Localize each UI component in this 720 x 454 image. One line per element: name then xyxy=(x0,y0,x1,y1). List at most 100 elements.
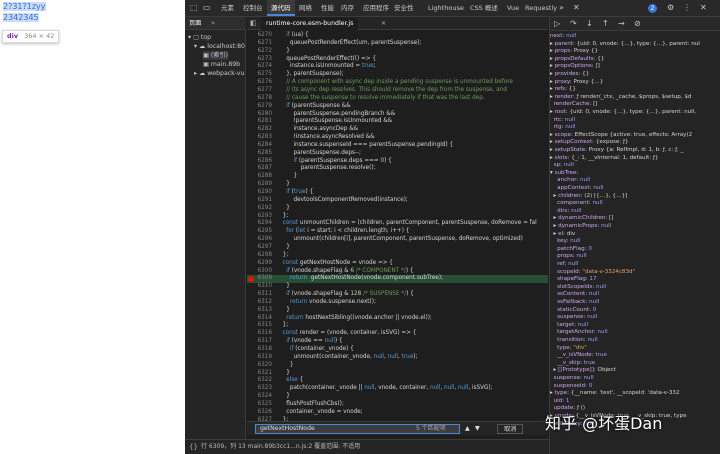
search-input[interactable]: getNextHostNode 5 个匹配项 xyxy=(255,424,460,434)
code-line[interactable]: 6300 if (vnode.shapeFlag & 6 /* COMPONEN… xyxy=(247,268,548,276)
scope-entry[interactable]: uid: 1 xyxy=(550,398,720,406)
tab-memory[interactable]: 内存 xyxy=(341,0,354,16)
code-line[interactable]: 6290 if (true) { xyxy=(247,189,548,197)
device-toggle-icon[interactable]: ▭ xyxy=(203,0,211,16)
tree-item-main[interactable]: ▣ main.89b xyxy=(203,60,240,69)
tab-requestly[interactable]: Requestly xyxy=(525,0,557,16)
tab-security[interactable]: 安全性 xyxy=(394,0,414,16)
code-line[interactable]: 6292 } xyxy=(247,205,548,213)
line-number[interactable]: 6277 xyxy=(247,87,275,95)
line-number[interactable]: 6319 xyxy=(247,354,275,362)
tree-item-index[interactable]: ▣ (索引) xyxy=(203,51,229,60)
scope-entry[interactable]: ▸ type: {__name: 'test', __scopeId: 'dat… xyxy=(550,390,720,398)
scope-entry[interactable]: suspense: null xyxy=(550,375,720,383)
scope-entry[interactable]: shapeFlag: 17 xyxy=(550,276,720,284)
code-line[interactable]: 6275 }, parentSuspense); xyxy=(247,71,548,79)
code-line[interactable]: 6314 return hostNextSibling((vnode.ancho… xyxy=(247,315,548,323)
code-line[interactable]: 6317 if (vnode == null) { xyxy=(247,338,548,346)
code-line[interactable]: 6313 } xyxy=(247,307,548,315)
scope-entry[interactable]: __v_isVNode: true xyxy=(550,352,720,360)
code-line[interactable]: 6271 queuePostRenderEffect(um, parentSus… xyxy=(247,40,548,48)
code-line[interactable]: 6289 } xyxy=(247,181,548,189)
line-number[interactable]: 6278 xyxy=(247,95,275,103)
line-number[interactable]: 6297 xyxy=(247,244,275,252)
code-line[interactable]: 6310 } xyxy=(247,283,548,291)
code-line[interactable]: 6294 const unmountChildren = (children, … xyxy=(247,220,548,228)
code-line[interactable]: 6282 instance.asyncDep && xyxy=(247,126,548,134)
scope-entry[interactable]: appContext: null xyxy=(550,185,720,193)
code-line[interactable]: 6311 if (vnode.shapeFlag & 128 /* SUSPEN… xyxy=(247,291,548,299)
scope-entry[interactable]: ▸ propsOptions: [] xyxy=(550,63,720,71)
line-number[interactable]: 6290 xyxy=(247,189,275,197)
line-number[interactable]: 6275 xyxy=(247,71,275,79)
line-number[interactable]: 6296 xyxy=(247,236,275,244)
scope-entry[interactable]: ▸ refs: {} xyxy=(550,86,720,94)
code-line[interactable]: 6280 parentSuspense.pendingBranch && xyxy=(247,111,548,119)
resume-icon[interactable]: ▷ xyxy=(554,17,560,32)
deactivate-breakpoints-icon[interactable]: ⊘ xyxy=(634,17,641,32)
scope-entry[interactable]: ▸ [[Prototype]]: Object xyxy=(550,367,720,375)
line-number[interactable]: 6283 xyxy=(247,134,275,142)
code-line[interactable]: 6273 queuePostRenderEffect(() => { xyxy=(247,56,548,64)
scope-entry[interactable]: ▸ proxy: Proxy {…} xyxy=(550,79,720,87)
scope-entry[interactable]: dirs: null xyxy=(550,208,720,216)
line-number[interactable]: 6323 xyxy=(247,385,275,393)
tab-console[interactable]: 控制台 xyxy=(243,0,263,16)
tab-sources[interactable]: 源代码 xyxy=(267,0,295,16)
line-number[interactable]: 6276 xyxy=(247,79,275,87)
line-number[interactable]: 6272 xyxy=(247,48,275,56)
scope-entry[interactable]: transition: null xyxy=(550,337,720,345)
line-number[interactable]: 6320 xyxy=(247,362,275,370)
code-line[interactable]: 6297 } xyxy=(247,244,548,252)
settings-icon[interactable]: ⚙ xyxy=(667,0,674,16)
line-number[interactable]: 6281 xyxy=(247,118,275,126)
code-line[interactable]: 6286 if (parentSuspense.deps === 0) { xyxy=(247,158,548,166)
more-icon[interactable]: » xyxy=(211,17,215,30)
line-number[interactable]: 6299 xyxy=(247,260,275,268)
scope-entry[interactable]: targetAnchor: null xyxy=(550,329,720,337)
scope-entry[interactable]: suspense: null xyxy=(550,314,720,322)
line-number[interactable]: 6311 xyxy=(247,291,275,299)
code-line[interactable]: 6322 else { xyxy=(247,377,548,385)
scope-entry[interactable]: ▸ dynamicChildren: [] xyxy=(550,215,720,223)
scope-entry[interactable]: ▾ subTree: xyxy=(550,170,720,178)
code-line[interactable]: 6291 devtoolsComponentRemoved(instance); xyxy=(247,197,548,205)
close-icon[interactable]: ✕ xyxy=(573,0,580,16)
code-line[interactable]: 6270 if (ua) { xyxy=(247,32,548,40)
inspect-icon[interactable]: ⬚ xyxy=(190,0,198,16)
line-number[interactable]: 6288 xyxy=(247,173,275,181)
code-line[interactable]: 6277 // its async dep resolves. This sho… xyxy=(247,87,548,95)
code-line[interactable]: 6324 } xyxy=(247,393,548,401)
scope-entry[interactable]: slotScopeIds: null xyxy=(550,284,720,292)
step-into-icon[interactable]: ↓ xyxy=(586,17,593,32)
scope-entry[interactable]: ▸ provides: {} xyxy=(550,71,720,79)
code-line[interactable]: 6295 for (let i = start; i < children.le… xyxy=(247,228,548,236)
code-line[interactable]: 6315 }; xyxy=(247,322,548,330)
line-number[interactable]: 6295 xyxy=(247,228,275,236)
line-number[interactable]: 6282 xyxy=(247,126,275,134)
code-line[interactable]: 6293 }; xyxy=(247,213,548,221)
code-line[interactable]: 6284 instance.suspenseId === parentSuspe… xyxy=(247,142,548,150)
code-line[interactable]: 6316 const render = (vnode, container, i… xyxy=(247,330,548,338)
cancel-button[interactable]: 取消 xyxy=(497,424,524,434)
scope-entry[interactable]: key: null xyxy=(550,238,720,246)
tab-application[interactable]: 应用程序 xyxy=(363,0,389,16)
scope-entry[interactable]: suspenseId: 0 xyxy=(550,383,720,391)
tree-item-localhost[interactable]: ▾ ☁ localhost:80 xyxy=(194,42,245,51)
code-line[interactable]: 6272 } xyxy=(247,48,548,56)
scope-entry[interactable]: anchor: null xyxy=(550,177,720,185)
line-number[interactable]: 6321 xyxy=(247,370,275,378)
code-line[interactable]: 6281 !parentSuspense.isUnmounted && xyxy=(247,118,548,126)
code-line[interactable]: 6279 if (parentSuspense && xyxy=(247,103,548,111)
scope-entry[interactable]: scopeId: "data-v-3324c83d" xyxy=(550,269,720,277)
scope-entry[interactable]: ▸ el: div xyxy=(550,231,720,239)
tab-lighthouse[interactable]: Lighthouse xyxy=(428,0,464,16)
tab-css-overview[interactable]: CSS 概述 xyxy=(470,0,498,16)
code-line[interactable]: 6312 return vnode.suspense.next(); xyxy=(247,299,548,307)
scope-entry[interactable]: ▸ render: ƒ render(_ctx, _cache, $props,… xyxy=(550,94,720,102)
code-line-breakpoint[interactable]: 6309 return getNextHostNode(vnode.compon… xyxy=(247,275,548,284)
code-line[interactable]: 6288 } xyxy=(247,173,548,181)
line-number[interactable]: 6317 xyxy=(247,338,275,346)
scope-entry[interactable]: ▸ scope: EffectScope {active: true, effe… xyxy=(550,132,720,140)
tab-page[interactable]: 页面 xyxy=(189,17,201,30)
